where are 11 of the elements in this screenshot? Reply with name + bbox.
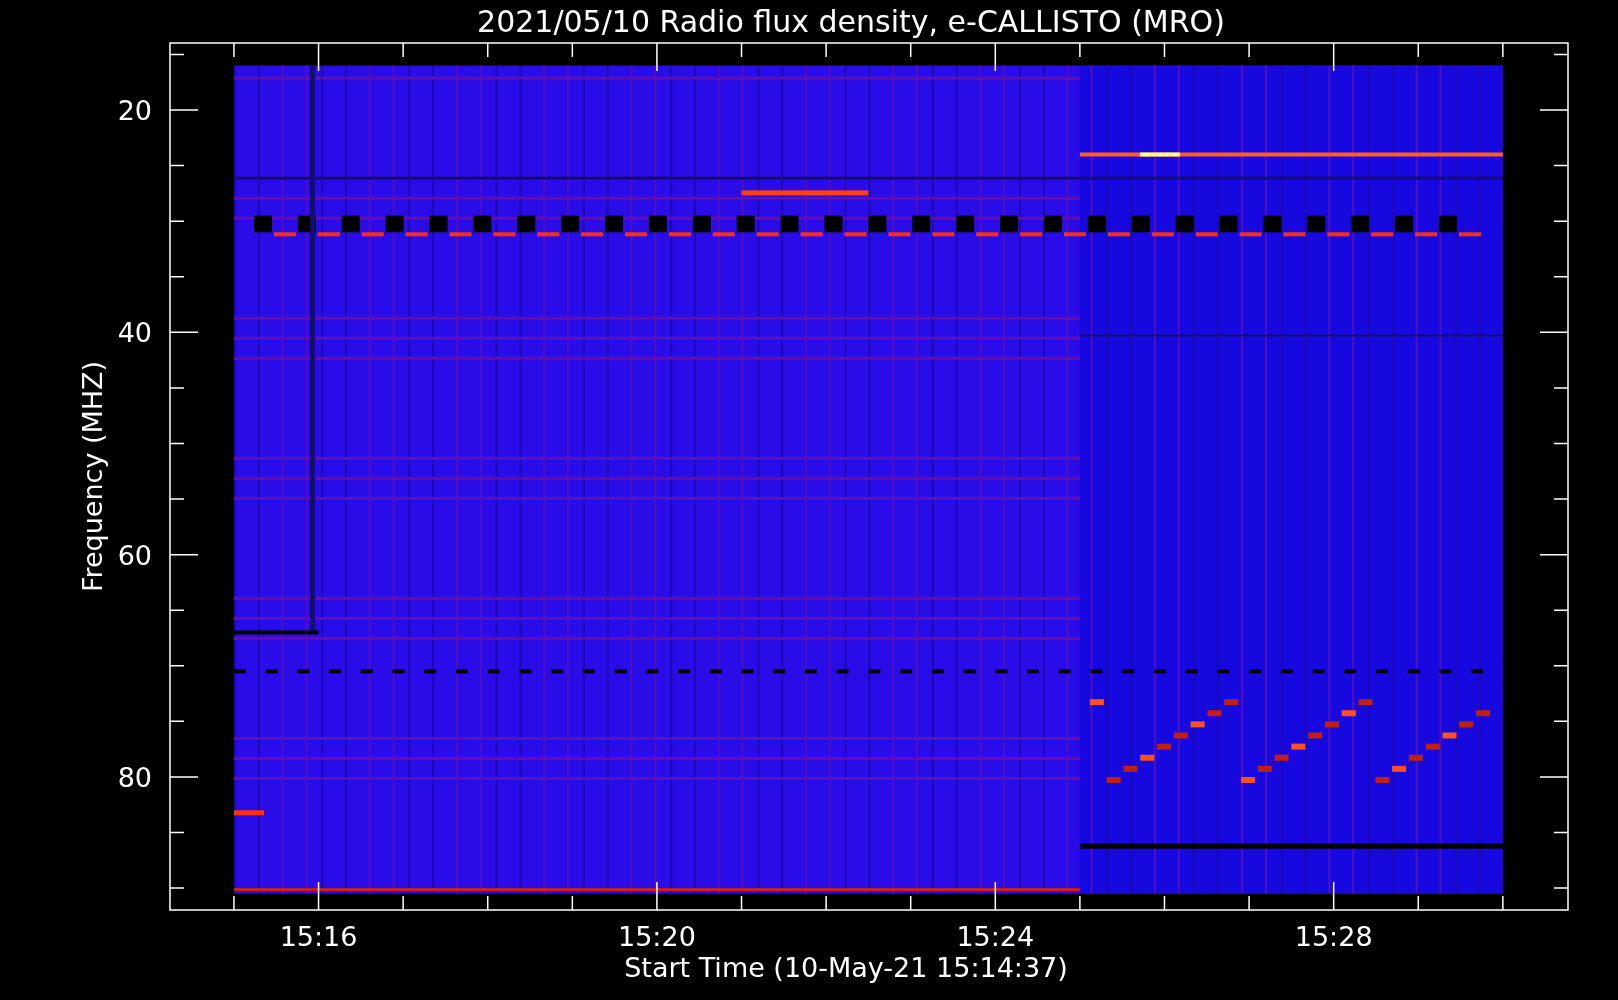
tick-label: 60 (117, 539, 152, 571)
tick-label: 15:28 (1294, 921, 1373, 952)
axis-label: Frequency (MHZ) (77, 360, 108, 593)
tick-label: 15:24 (956, 921, 1035, 952)
tick-label: 80 (117, 761, 152, 793)
chart-title: 2021/05/10 Radio flux density, e-CALLISTO (MRO) (477, 4, 1225, 39)
tick-label: 15:20 (618, 921, 696, 952)
tick-label: 20 (117, 95, 152, 127)
axis-label: Start Time (10-May-21 15:14:37) (624, 952, 1068, 983)
tick-label: 15:16 (279, 921, 358, 952)
tick-label: 40 (117, 317, 152, 349)
